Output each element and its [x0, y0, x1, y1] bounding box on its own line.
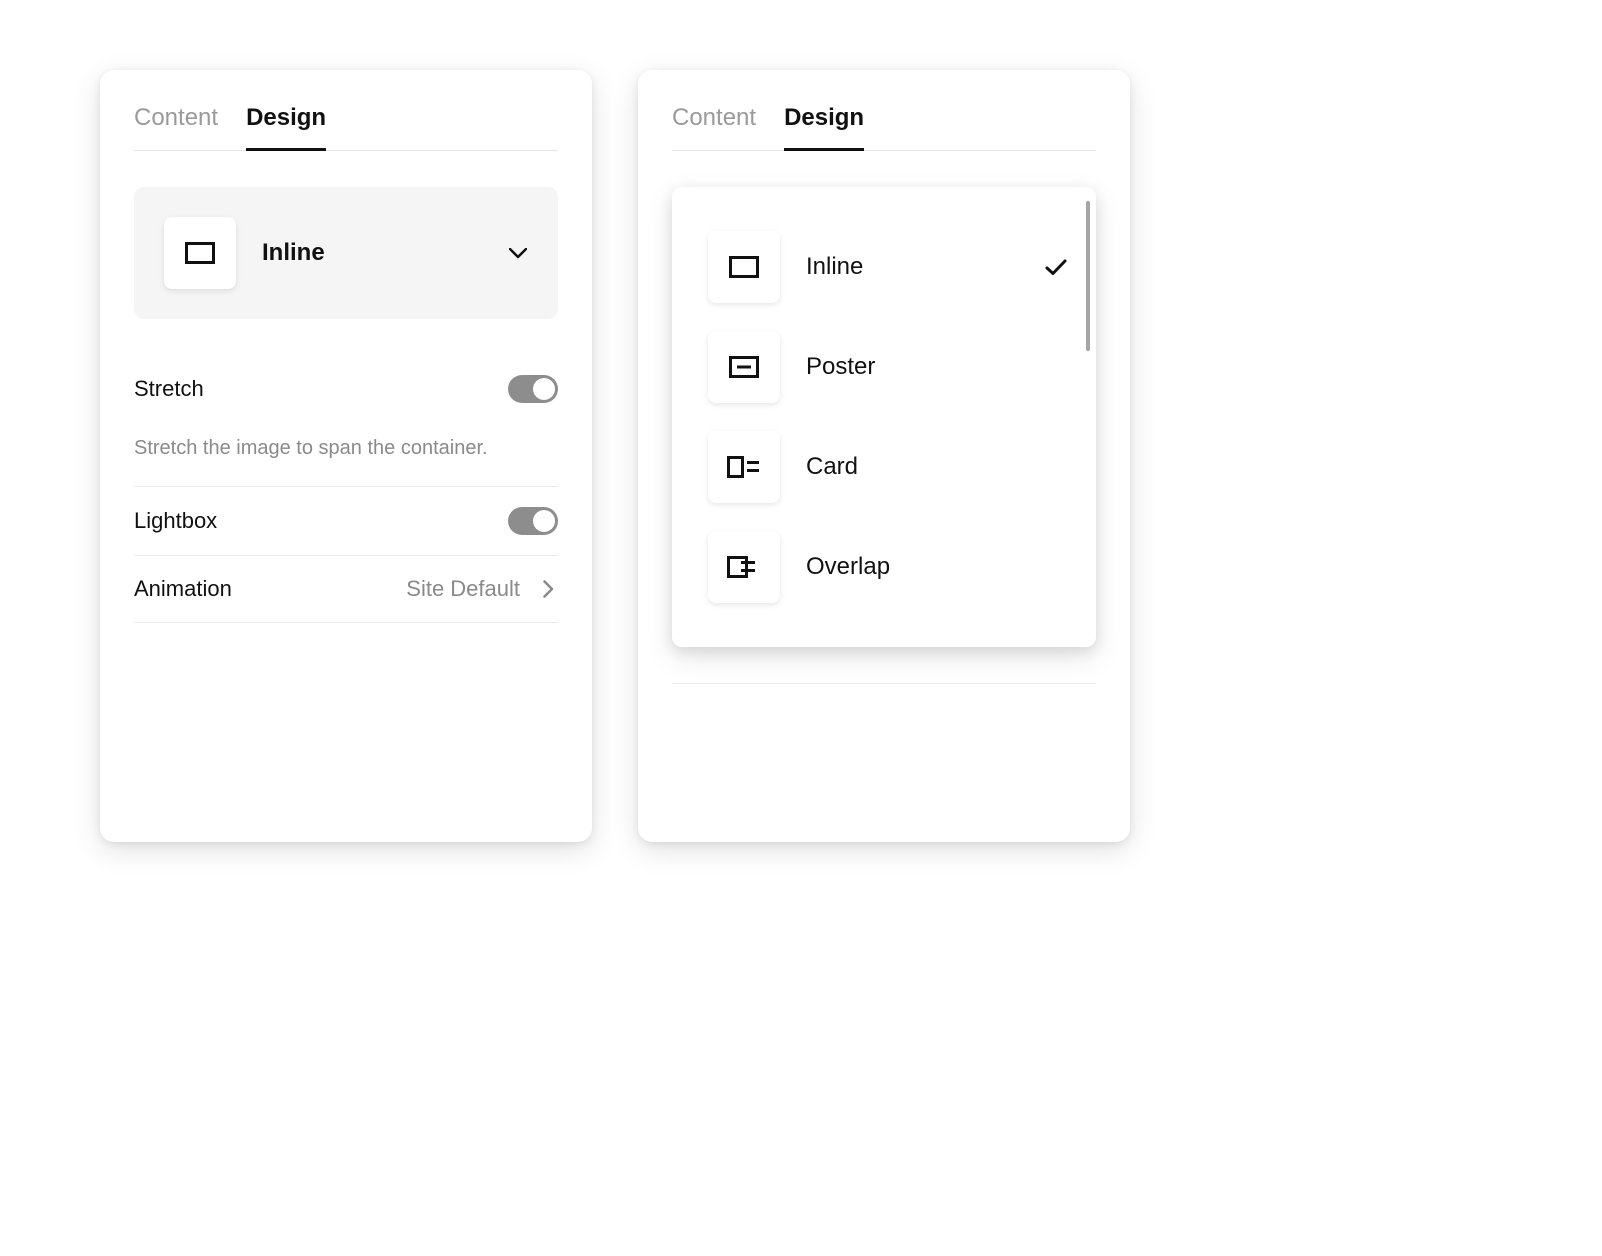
inline-icon: [708, 231, 780, 303]
animation-label: Animation: [134, 576, 232, 602]
divider: [672, 683, 1096, 684]
tab-design[interactable]: Design: [246, 104, 326, 150]
layout-option-poster[interactable]: Poster: [702, 317, 1074, 417]
layout-option-label: Poster: [806, 353, 1068, 381]
tabs: Content Design: [672, 104, 1096, 151]
inline-icon: [164, 217, 236, 289]
tab-content[interactable]: Content: [134, 104, 218, 150]
layout-option-overlap[interactable]: Overlap: [702, 517, 1074, 617]
chevron-right-icon: [538, 579, 558, 599]
stretch-description: Stretch the image to span the container.: [134, 423, 558, 487]
dropdown-scrollbar[interactable]: [1086, 201, 1090, 351]
tabs: Content Design: [134, 104, 558, 151]
lightbox-row: Lightbox: [134, 487, 558, 556]
animation-value: Site Default: [406, 576, 520, 602]
card-icon: [708, 431, 780, 503]
settings-panel-left: Content Design Inline Stretch Stretch th…: [100, 70, 592, 842]
overlap-icon: [708, 531, 780, 603]
layout-dropdown: Inline Poster: [672, 187, 1096, 647]
toggle-knob: [533, 378, 555, 400]
check-icon: [1044, 255, 1068, 279]
layout-option-label: Inline: [806, 253, 1018, 281]
chevron-down-icon: [508, 243, 528, 263]
poster-icon: [708, 331, 780, 403]
tab-content[interactable]: Content: [672, 104, 756, 150]
layout-option-inline[interactable]: Inline: [702, 217, 1074, 317]
stretch-label: Stretch: [134, 376, 204, 402]
layout-option-label: Overlap: [806, 553, 1068, 581]
animation-row[interactable]: Animation Site Default: [134, 556, 558, 623]
layout-option-card[interactable]: Card: [702, 417, 1074, 517]
layout-selector[interactable]: Inline: [134, 187, 558, 319]
lightbox-toggle[interactable]: [508, 507, 558, 535]
settings-panel-right: Content Design Inline: [638, 70, 1130, 842]
layout-option-label: Card: [806, 453, 1068, 481]
layout-selected-label: Inline: [262, 239, 482, 267]
lightbox-label: Lightbox: [134, 508, 217, 534]
tab-design[interactable]: Design: [784, 104, 864, 150]
toggle-knob: [533, 510, 555, 532]
stretch-toggle[interactable]: [508, 375, 558, 403]
stretch-row: Stretch: [134, 355, 558, 423]
